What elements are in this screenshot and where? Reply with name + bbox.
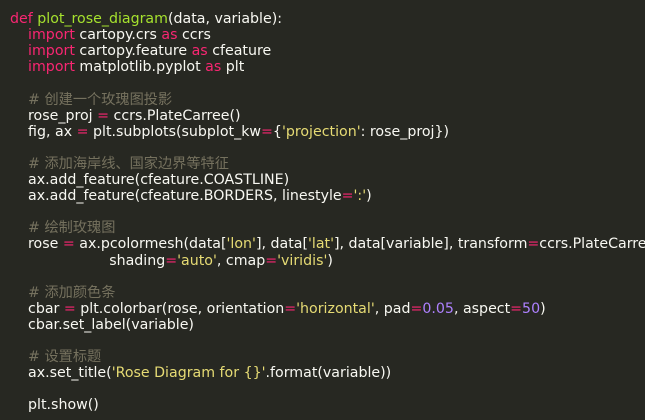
code-token: ], data[variable], transform [334, 236, 528, 253]
code-line[interactable]: cbar.set_label(variable) [10, 317, 194, 333]
code-token: ax.pcolormesh(data[ [74, 236, 227, 253]
keyword-token: = [165, 252, 178, 269]
keyword-token: = [62, 236, 75, 253]
code-token: cbar [10, 300, 64, 317]
string-token: 'lat' [308, 236, 334, 253]
code-token: cbar.set_label(variable) [10, 316, 194, 333]
keyword-token: import [28, 59, 75, 76]
code-line[interactable]: import cartopy.feature as cfeature [10, 43, 271, 59]
code-token: , aspect [453, 300, 511, 317]
code-token: matplotlib.pyplot [74, 59, 206, 76]
code-token: cfeature [207, 43, 272, 60]
code-line[interactable]: ax.set_title('Rose Diagram for {}'.forma… [10, 365, 391, 381]
comment-token: # 添加海岸线、国家边界等特征 [28, 155, 229, 172]
keyword-token: import [28, 27, 75, 44]
string-token: 'auto' [177, 252, 217, 269]
code-token: shading [10, 252, 166, 269]
keyword-token: = [265, 252, 278, 269]
string-token: 'projection' [281, 123, 361, 140]
code-token: cartopy.crs [74, 27, 162, 44]
code-token: ax.set_title( [10, 365, 112, 382]
code-line[interactable]: import matplotlib.pyplot as plt [10, 59, 244, 75]
code-token: plt [221, 59, 245, 76]
keyword-token: = [527, 236, 540, 253]
code-line[interactable]: rose_proj = ccrs.PlateCarree() [10, 108, 241, 124]
keyword-token: as [205, 59, 222, 76]
code-line[interactable]: cbar = plt.colorbar(rose, orientation='h… [10, 301, 546, 317]
code-line[interactable]: # 绘制玫瑰图 [10, 220, 115, 236]
code-token: rose_proj [10, 107, 98, 124]
string-token: 'lon' [226, 236, 256, 253]
number-token: 50 [522, 300, 541, 317]
string-token: ':' [353, 188, 367, 205]
code-line[interactable]: rose = ax.pcolormesh(data['lon'], data['… [10, 236, 645, 252]
string-token: 'horizontal' [296, 300, 375, 317]
code-line[interactable]: ax.add_feature(cfeature.BORDERS, linesty… [10, 188, 372, 204]
code-line[interactable]: # 创建一个玫瑰图投影 [10, 92, 172, 108]
keyword-token: = [284, 300, 297, 317]
code-token: { [272, 123, 282, 140]
comment-token: # 设置标题 [28, 349, 102, 366]
code-line[interactable]: # 添加颜色条 [10, 285, 115, 301]
code-line[interactable]: # 设置标题 [10, 349, 101, 365]
keyword-token: = [341, 188, 354, 205]
function-name-token: plot_rose_diagram [37, 11, 168, 27]
code-token: ax.add_feature(cfeature.BORDERS, linesty… [10, 188, 342, 205]
code-token: : rose_proj}) [360, 123, 450, 140]
code-token: ) [327, 252, 333, 269]
keyword-token: = [76, 123, 89, 140]
code-token: .format(variable)) [265, 365, 392, 382]
code-token: ) [366, 188, 372, 205]
code-token: ccrs.PlateCarree(), [539, 236, 645, 253]
code-line[interactable]: import cartopy.crs as ccrs [10, 27, 211, 43]
keyword-token: = [63, 300, 76, 317]
keyword-token: = [410, 300, 423, 317]
code-token: ) [540, 300, 546, 317]
code-token: ccrs.PlateCarree() [109, 107, 241, 124]
string-token: 'viridis' [277, 252, 328, 269]
code-token: (data, variable): [167, 11, 283, 27]
code-token: ], data[ [255, 236, 308, 253]
keyword-token: def [10, 11, 33, 27]
code-line[interactable]: plt.show() [10, 397, 99, 413]
code-token: fig, ax [10, 123, 77, 140]
code-line[interactable]: fig, ax = plt.subplots(subplot_kw={'proj… [10, 124, 449, 140]
code-line[interactable]: def plot_rose_diagram(data, variable): [10, 11, 282, 27]
code-line[interactable]: shading='auto', cmap='viridis') [10, 253, 333, 269]
code-line[interactable]: # 添加海岸线、国家边界等特征 [10, 156, 229, 172]
code-token: cartopy.feature [74, 43, 192, 60]
code-token: ax.add_feature(cfeature.COASTLINE) [10, 172, 290, 188]
keyword-token: = [261, 123, 273, 140]
number-token: 0.05 [422, 300, 454, 317]
comment-token: # 绘制玫瑰图 [28, 220, 116, 237]
code-token: , pad [374, 300, 411, 317]
keyword-token: as [161, 27, 178, 44]
code-token: rose [10, 236, 63, 253]
string-token: 'Rose Diagram for {}' [111, 365, 266, 382]
code-token: plt.subplots(subplot_kw [88, 123, 262, 140]
keyword-token: as [191, 43, 208, 60]
code-token: plt.show() [10, 397, 99, 414]
code-token: , cmap [216, 252, 266, 269]
code-editor[interactable]: def plot_rose_diagram(data, variable): i… [0, 0, 645, 420]
code-line[interactable]: ax.add_feature(cfeature.COASTLINE) [10, 172, 289, 188]
code-token: ccrs [177, 27, 211, 44]
code-token: plt.colorbar(rose, orientation [75, 300, 285, 317]
keyword-token: = [510, 300, 523, 317]
comment-token: # 添加颜色条 [28, 284, 116, 301]
comment-token: # 创建一个玫瑰图投影 [28, 91, 173, 108]
keyword-token: import [28, 43, 75, 60]
keyword-token: = [97, 107, 110, 124]
